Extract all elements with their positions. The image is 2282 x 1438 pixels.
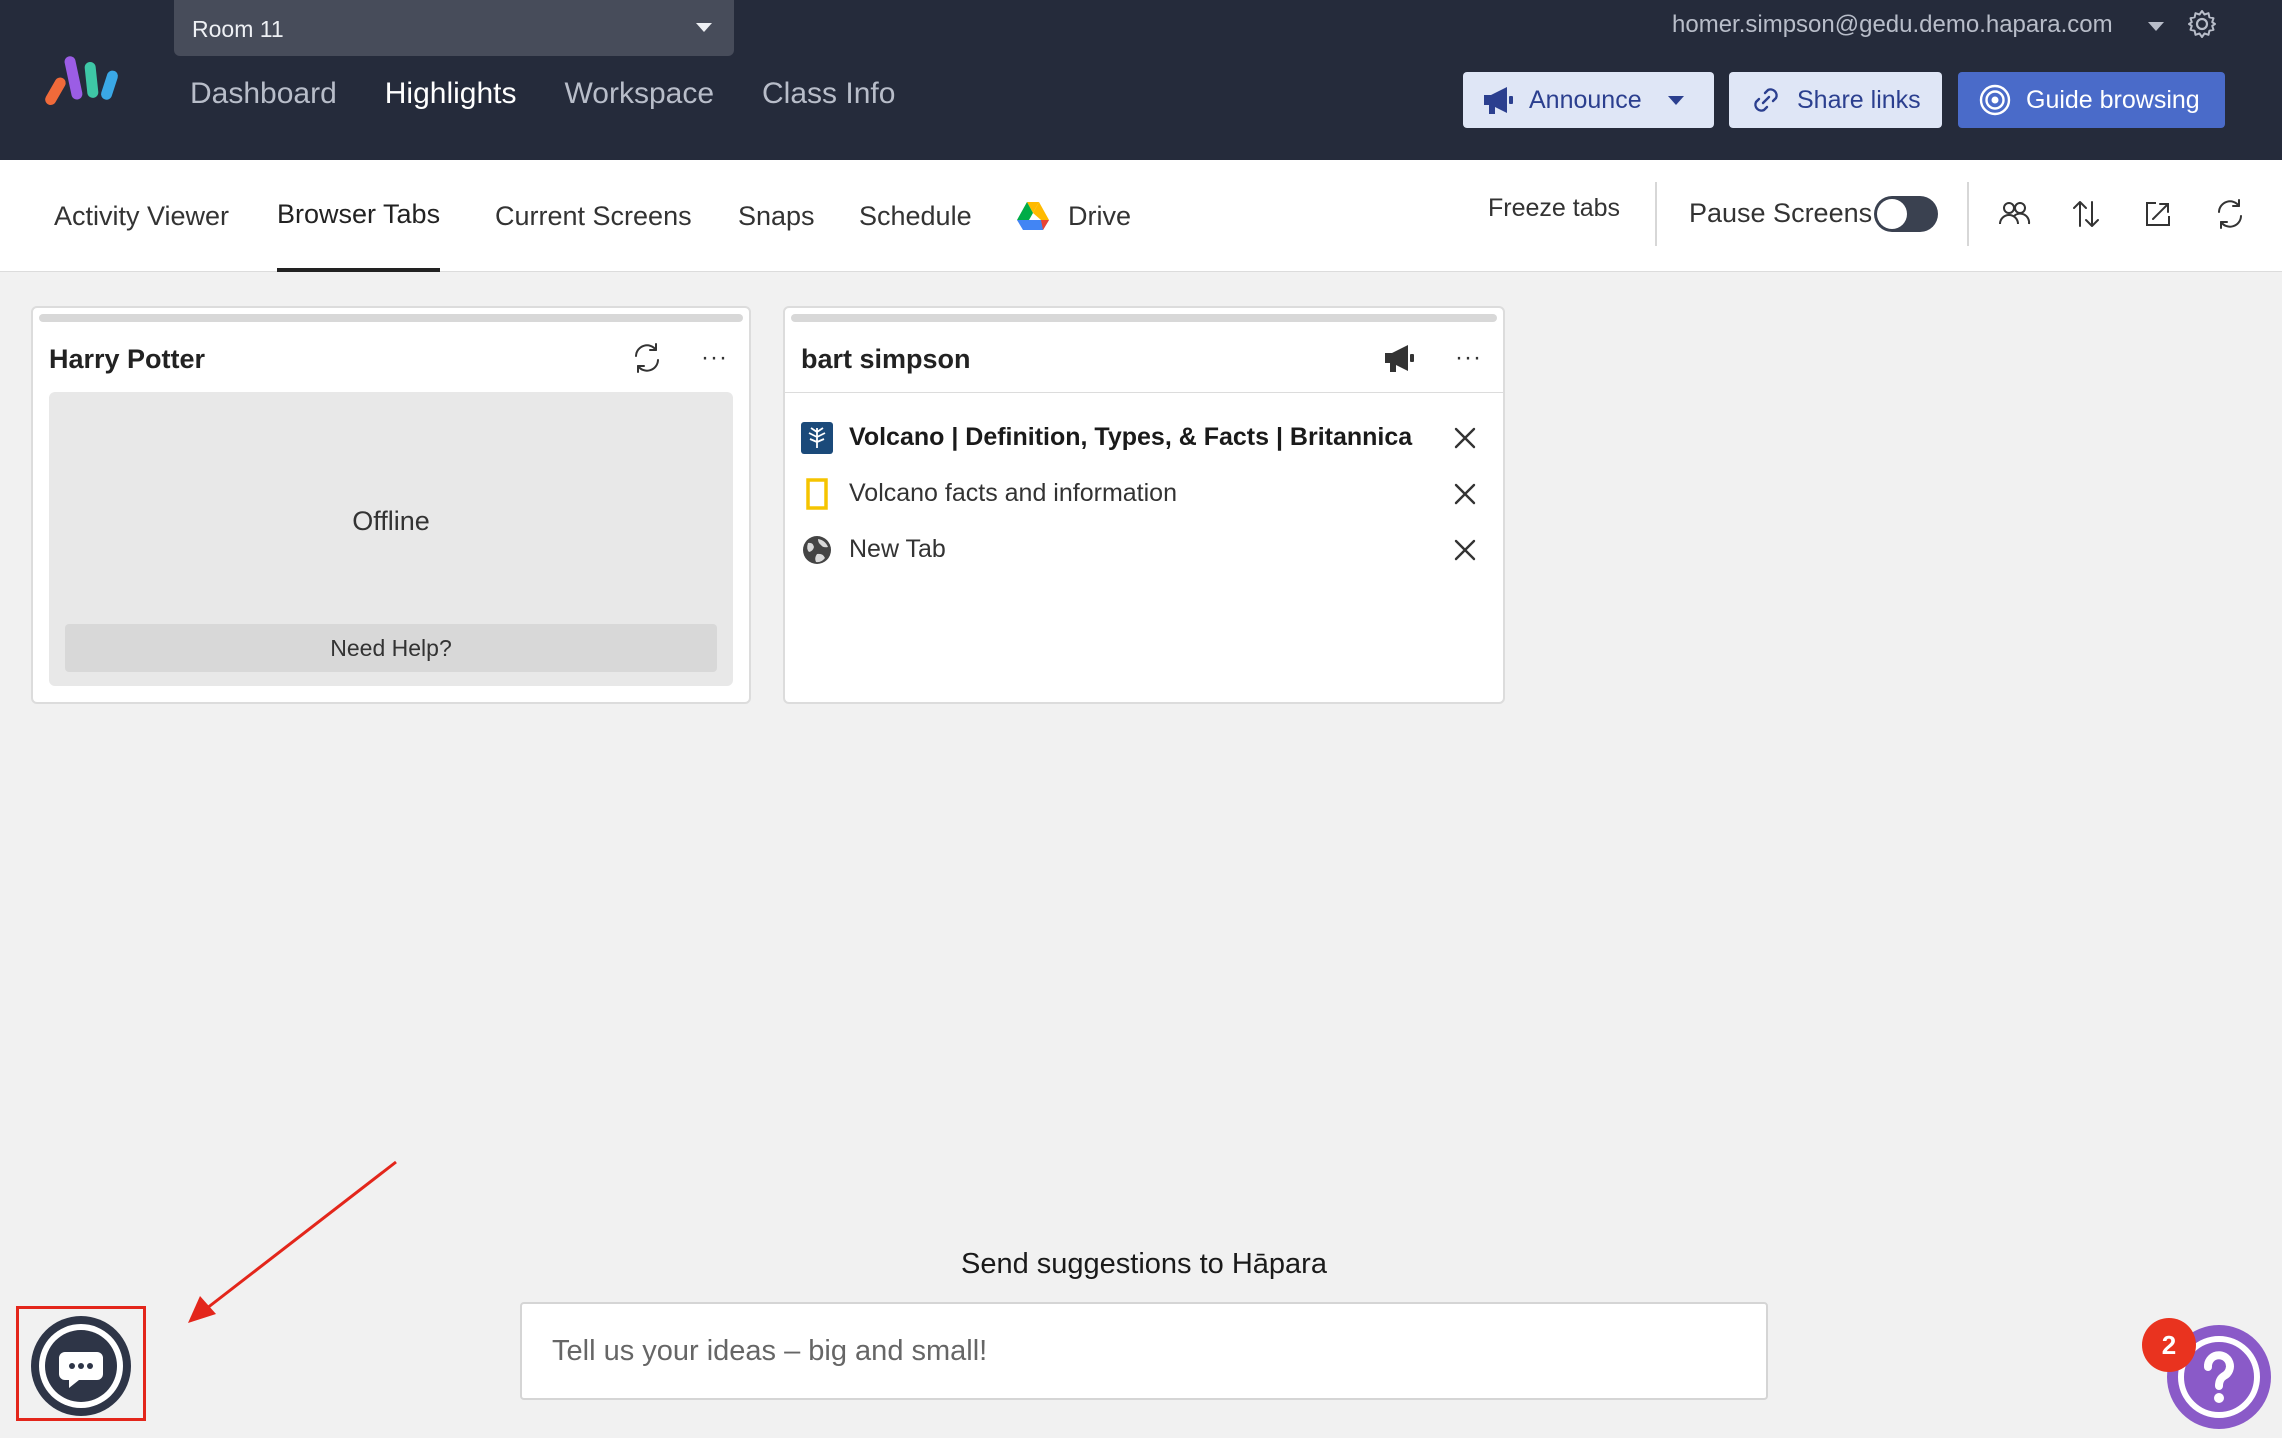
nav-class-info[interactable]: Class Info <box>762 77 895 111</box>
nav-highlights[interactable]: Highlights <box>385 77 517 111</box>
refresh-icon[interactable] <box>629 340 665 376</box>
megaphone-icon <box>1484 87 1513 114</box>
student-card[interactable]: bart simpson ··· Volcano | Definition, T… <box>783 306 1505 704</box>
natgeo-icon <box>806 478 828 510</box>
groups-icon[interactable] <box>1996 196 2032 232</box>
share-links-label: Share links <box>1797 85 1921 114</box>
pause-screens-toggle[interactable] <box>1874 196 1938 232</box>
pause-screens-label: Pause Screens <box>1689 198 1873 228</box>
announce-button[interactable]: Announce <box>1463 72 1714 128</box>
user-email[interactable]: homer.simpson@gedu.demo.hapara.com <box>1672 11 2113 39</box>
sort-icon[interactable] <box>2068 196 2104 232</box>
close-icon[interactable] <box>1453 482 1477 506</box>
tab-label: Browser Tabs <box>277 198 441 229</box>
gear-icon[interactable] <box>2186 8 2218 40</box>
tab-label: Schedule <box>859 200 972 231</box>
tab-schedule[interactable]: Schedule <box>859 160 972 272</box>
offline-status: Offline <box>352 506 430 536</box>
hapara-logo[interactable] <box>42 52 132 108</box>
tab-title[interactable]: New Tab <box>849 535 946 564</box>
tab-title[interactable]: Volcano facts and information <box>849 479 1177 508</box>
notification-badge: 2 <box>2142 1318 2196 1372</box>
tab-snaps[interactable]: Snaps <box>738 160 815 272</box>
target-icon <box>1979 84 2011 116</box>
refresh-icon[interactable] <box>2212 196 2248 232</box>
tab-label: Snaps <box>738 200 815 231</box>
nav-workspace[interactable]: Workspace <box>565 77 715 111</box>
class-selector[interactable]: Room 11 <box>174 0 734 56</box>
browser-tab-row[interactable]: Volcano | Definition, Types, & Facts | B… <box>801 418 1487 458</box>
tab-label: Activity Viewer <box>54 200 230 231</box>
card-status-bar <box>791 314 1497 322</box>
globe-icon <box>803 536 831 564</box>
close-icon[interactable] <box>1453 538 1477 562</box>
link-icon <box>1754 88 1778 112</box>
close-icon[interactable] <box>1453 426 1477 450</box>
divider <box>785 392 1503 393</box>
annotation-arrow <box>188 1160 397 1323</box>
toggle-knob <box>1877 199 1907 229</box>
tab-label: Current Screens <box>495 200 692 231</box>
tab-label: Drive <box>1068 200 1132 231</box>
divider <box>1967 182 1969 246</box>
nav-dashboard[interactable]: Dashboard <box>190 77 337 111</box>
tab-activity-viewer[interactable]: Activity Viewer <box>54 160 229 272</box>
more-options-icon[interactable]: ··· <box>1455 346 1482 370</box>
tab-title[interactable]: Volcano | Definition, Types, & Facts | B… <box>849 423 1412 452</box>
chat-icon[interactable] <box>29 1314 133 1418</box>
share-links-button[interactable]: Share links <box>1729 72 1942 128</box>
chevron-down-icon <box>1667 95 1684 105</box>
guide-browsing-button[interactable]: Guide browsing <box>1958 72 2225 128</box>
tab-drive[interactable]: Drive <box>1016 160 1131 272</box>
megaphone-icon[interactable] <box>1381 340 1417 376</box>
student-name: Harry Potter <box>49 344 206 374</box>
need-help-button[interactable]: Need Help? <box>65 624 717 672</box>
main-nav: Dashboard Highlights Workspace Class Inf… <box>190 77 895 111</box>
tab-current-screens[interactable]: Current Screens <box>495 160 692 272</box>
student-card[interactable]: Harry Potter ··· Offline Need Help? <box>31 306 751 704</box>
suggestions-input[interactable] <box>520 1302 1768 1400</box>
google-drive-icon <box>1017 202 1049 230</box>
divider <box>1655 182 1657 246</box>
more-options-icon[interactable]: ··· <box>701 346 728 370</box>
guide-browsing-label: Guide browsing <box>2026 85 2200 114</box>
browser-tab-row[interactable]: New Tab <box>801 530 1487 570</box>
card-status-bar <box>39 314 743 322</box>
student-name: bart simpson <box>801 344 971 374</box>
announce-label: Announce <box>1529 85 1642 114</box>
britannica-icon <box>801 422 833 454</box>
chevron-down-icon <box>696 23 712 32</box>
screen-preview: Offline Need Help? <box>49 392 733 686</box>
top-bar: Room 11 Dashboard Highlights Workspace C… <box>0 0 2282 160</box>
user-menu-chevron-icon[interactable] <box>2148 22 2164 31</box>
sub-nav: Activity Viewer Browser Tabs Current Scr… <box>0 160 2282 272</box>
tab-browser-tabs[interactable]: Browser Tabs <box>277 160 441 272</box>
open-external-icon[interactable] <box>2140 196 2176 232</box>
freeze-tabs-button[interactable]: Freeze tabs <box>1488 194 1620 223</box>
browser-tab-row[interactable]: Volcano facts and information <box>801 474 1487 514</box>
class-selector-label: Room 11 <box>192 16 284 42</box>
suggestions-title: Send suggestions to Hāpara <box>961 1248 1327 1280</box>
